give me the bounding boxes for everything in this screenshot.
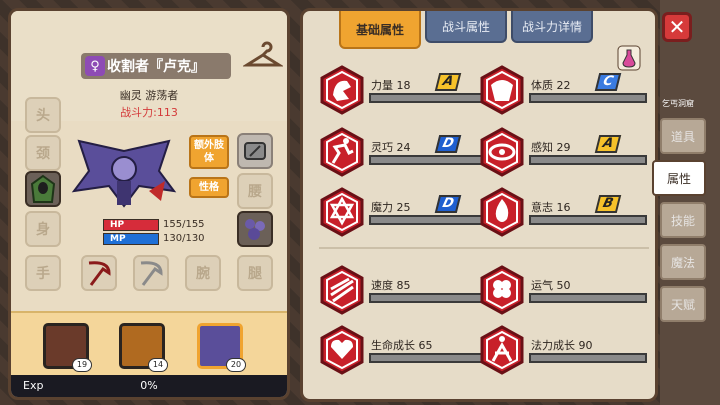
equip-slot-feet[interactable]: 腿 bbox=[237, 255, 273, 291]
grade-badge: B bbox=[594, 195, 622, 213]
level-badge: 20 bbox=[226, 358, 246, 372]
scythe-icon bbox=[88, 261, 111, 286]
stat-bar bbox=[529, 215, 647, 225]
stat-label: 感知 29 bbox=[531, 141, 571, 154]
stat-bar bbox=[369, 353, 487, 363]
close-button[interactable]: ✕ bbox=[662, 12, 692, 42]
stat-label: 法力成长 90 bbox=[531, 339, 593, 352]
side-menu: 道具 属性 技能 魔法 天赋 bbox=[652, 118, 706, 328]
stats-divider bbox=[319, 247, 649, 249]
magic-hexagram-icon bbox=[320, 187, 364, 237]
female-icon: ♀ bbox=[85, 56, 105, 76]
perception-eye-icon bbox=[480, 127, 524, 177]
grade-badge: D bbox=[434, 195, 462, 213]
personality-button[interactable]: 性格 bbox=[189, 177, 229, 198]
hp-value: 155/155 bbox=[163, 219, 205, 230]
stat-bar bbox=[369, 293, 487, 303]
hp-bar: HP bbox=[103, 219, 159, 231]
tab-basic-attributes[interactable]: 基础属性 bbox=[339, 11, 421, 49]
level-badge: 19 bbox=[72, 358, 92, 372]
tentacle-icon bbox=[245, 219, 265, 240]
stat-tile[interactable]: 力量 18 A bbox=[319, 65, 487, 117]
equip-slot-weapon-1[interactable] bbox=[81, 255, 117, 291]
team-member-3[interactable]: 20 bbox=[197, 323, 246, 372]
exp-bar: Exp 0% bbox=[11, 375, 287, 397]
stat-label: 生命成长 65 bbox=[371, 339, 433, 352]
side-item-skills[interactable]: 技能 bbox=[660, 202, 706, 238]
mask-icon bbox=[244, 142, 266, 160]
side-item-items[interactable]: 道具 bbox=[660, 118, 706, 154]
team-member-1[interactable]: 19 bbox=[43, 323, 92, 372]
stat-label: 魔力 25 bbox=[371, 201, 411, 214]
tab-combat-attributes[interactable]: 战斗属性 bbox=[425, 11, 507, 43]
stat-tile[interactable]: 感知 29 A bbox=[479, 127, 647, 179]
stat-label: 体质 22 bbox=[531, 79, 571, 92]
character-panel: 收割者『卢克』 ♀ 幽灵 游荡者 战斗力:113 头 颈 身 手 腕 腰 腿 额… bbox=[8, 8, 290, 400]
equip-slot-body[interactable]: 身 bbox=[25, 211, 61, 247]
stat-bar bbox=[369, 215, 487, 225]
stat-label: 速度 85 bbox=[371, 279, 411, 292]
speed-wings-icon bbox=[320, 265, 364, 315]
level-badge: 14 bbox=[148, 358, 168, 372]
stat-bar bbox=[369, 93, 487, 103]
hanger-icon[interactable] bbox=[243, 41, 283, 69]
equip-slot-hand[interactable]: 手 bbox=[25, 255, 61, 291]
stat-tile[interactable]: 意志 16 B bbox=[479, 187, 647, 239]
equip-slot-accessory[interactable] bbox=[237, 133, 273, 169]
stat-label: 灵巧 24 bbox=[371, 141, 411, 154]
equip-slot-neck[interactable]: 颈 bbox=[25, 135, 61, 171]
stat-bar bbox=[529, 155, 647, 165]
equip-slot-head[interactable]: 头 bbox=[25, 97, 61, 133]
team-bar: 19 14 20 bbox=[11, 311, 287, 381]
tab-bar: 基础属性 战斗属性 战斗力详情 bbox=[339, 11, 597, 49]
stat-label: 运气 50 bbox=[531, 279, 571, 292]
constitution-icon bbox=[480, 65, 524, 115]
stat-label: 意志 16 bbox=[531, 201, 571, 214]
stat-bar bbox=[369, 155, 487, 165]
grade-badge: D bbox=[434, 135, 462, 153]
strength-icon bbox=[320, 65, 364, 115]
stat-bar bbox=[529, 353, 647, 363]
side-item-attributes[interactable]: 属性 bbox=[652, 160, 706, 196]
character-sprite bbox=[71, 139, 177, 208]
scythe-icon bbox=[140, 261, 163, 286]
will-flame-icon bbox=[480, 187, 524, 237]
location-label: 乞丐洞窟 bbox=[662, 99, 694, 108]
mp-value: 130/130 bbox=[163, 233, 205, 244]
side-item-talents[interactable]: 天赋 bbox=[660, 286, 706, 322]
grade-badge: A bbox=[434, 73, 462, 91]
cloak-icon bbox=[30, 174, 56, 203]
extra-limbs-button[interactable]: 额外肢体 bbox=[189, 135, 229, 169]
agility-icon bbox=[320, 127, 364, 177]
equip-slot-waist[interactable]: 腰 bbox=[237, 173, 273, 209]
side-item-magic[interactable]: 魔法 bbox=[660, 244, 706, 280]
team-member-2[interactable]: 14 bbox=[119, 323, 168, 372]
luck-clover-icon bbox=[480, 265, 524, 315]
life-growth-icon bbox=[320, 325, 364, 375]
equip-slot-cloak[interactable] bbox=[25, 171, 61, 207]
stat-tile[interactable]: 体质 22 C bbox=[479, 65, 647, 117]
stat-bar bbox=[529, 93, 647, 103]
stat-tile[interactable]: 生命成长 65 bbox=[319, 325, 487, 377]
stat-tile[interactable]: 魔力 25 D bbox=[319, 187, 487, 239]
equip-slot-legs[interactable] bbox=[237, 211, 273, 247]
equip-slot-weapon-2[interactable] bbox=[133, 255, 169, 291]
stat-tile[interactable]: 速度 85 bbox=[319, 265, 487, 317]
equip-slot-wrist[interactable]: 腕 bbox=[185, 255, 221, 291]
exp-value: 0% bbox=[140, 379, 158, 392]
attributes-panel: 基础属性 战斗属性 战斗力详情 力量 18 A 体质 22 C 灵巧 24 D 感知 29 A… bbox=[300, 8, 658, 402]
stat-tile[interactable]: 灵巧 24 D bbox=[319, 127, 487, 179]
stat-tile[interactable]: 法力成长 90 bbox=[479, 325, 647, 377]
grade-badge: C bbox=[594, 73, 622, 91]
tab-power-details[interactable]: 战斗力详情 bbox=[511, 11, 593, 43]
stat-bar bbox=[529, 293, 647, 303]
stat-tile[interactable]: 运气 50 bbox=[479, 265, 647, 317]
mana-growth-icon bbox=[480, 325, 524, 375]
mp-bar: MP bbox=[103, 233, 159, 245]
stat-label: 力量 18 bbox=[371, 79, 411, 92]
grade-badge: A bbox=[594, 135, 622, 153]
